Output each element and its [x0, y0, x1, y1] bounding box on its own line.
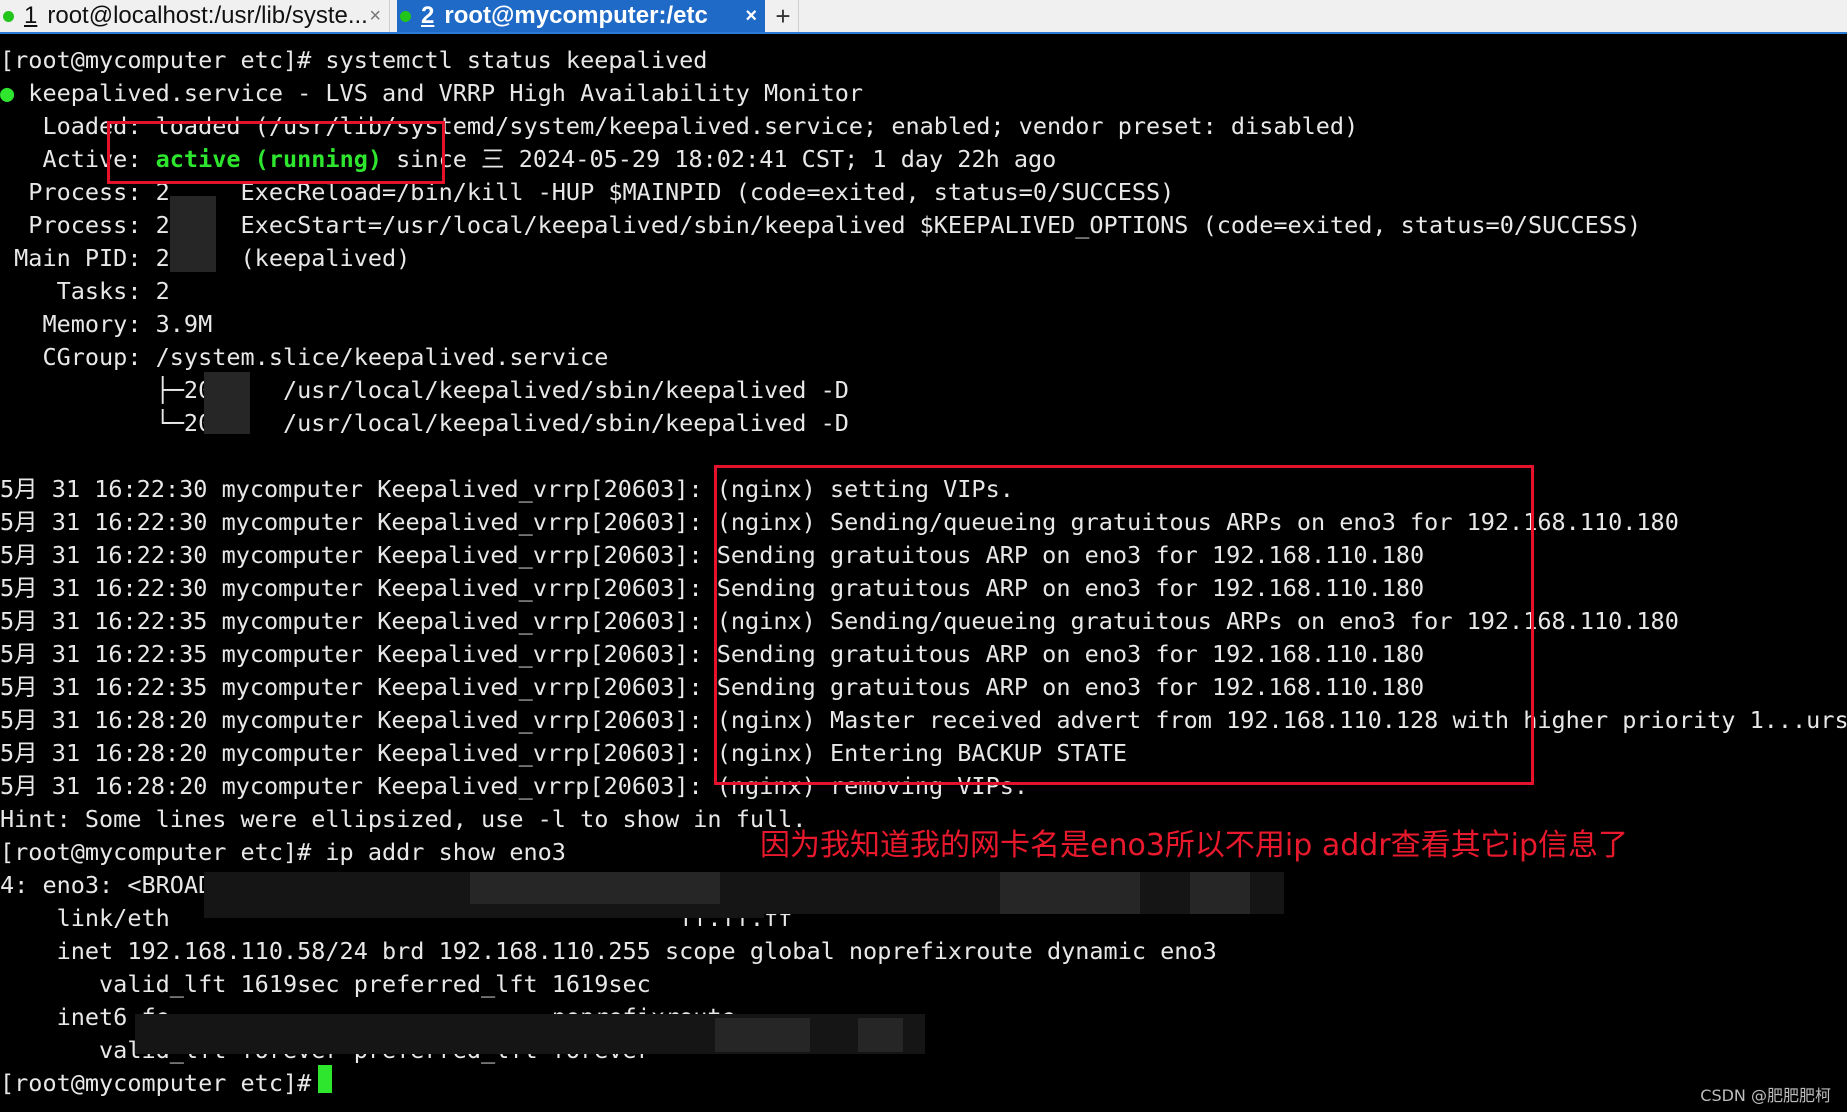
close-tab-icon[interactable]: ×: [745, 5, 757, 28]
tab-number: 2: [421, 2, 435, 29]
redaction-mask: [1190, 872, 1250, 914]
service-status-dot: ●: [0, 79, 29, 107]
redaction-mask: [1000, 872, 1140, 914]
line-text: └─20 /usr/local/keepalived/sbin/keepaliv…: [0, 409, 849, 437]
line-text: valid_lft 1619sec preferred_lft 1619sec: [0, 970, 651, 998]
tab-title: root@mycomputer:/etc: [444, 2, 708, 29]
tab-session-2[interactable]: 2 root@mycomputer:/etc ×: [397, 0, 765, 32]
line-text: keepalived.service - LVS and VRRP High A…: [28, 79, 864, 107]
terminal-line: Tasks: 2: [0, 275, 170, 308]
terminal-line: [root@mycomputer etc]# ip addr show eno3: [0, 836, 566, 869]
tab-bar: 1 root@localhost:/usr/lib/syste... × 2 r…: [0, 0, 1847, 34]
line-text: Tasks: 2: [0, 277, 170, 305]
terminal-line: valid_lft 1619sec preferred_lft 1619sec: [0, 968, 651, 1001]
line-text: [root@mycomputer etc]#: [0, 1069, 326, 1097]
terminal-cursor: [318, 1065, 332, 1093]
redaction-mask: [204, 372, 250, 434]
tab-title: root@localhost:/usr/lib/syste...: [47, 2, 368, 29]
line-text: ├─20 /usr/local/keepalived/sbin/keepaliv…: [0, 376, 849, 404]
line-text: inet 192.168.110.58/24 brd 192.168.110.2…: [0, 937, 1217, 965]
terminal-line: [root@mycomputer etc]# systemctl status …: [0, 44, 707, 77]
terminal-line: CGroup: /system.slice/keepalived.service: [0, 341, 608, 374]
close-tab-icon[interactable]: ×: [369, 5, 381, 28]
annotation-note: 因为我知道我的网卡名是eno3所以不用ip addr查看其它ip信息了: [760, 828, 1629, 863]
line-text: Process: 20 ExecStart=/usr/local/keepali…: [0, 211, 1642, 239]
line-text: [root@mycomputer etc]# systemctl status …: [0, 46, 708, 74]
redaction-mask: [715, 1018, 810, 1052]
active-status-highlight-box: [107, 121, 445, 184]
line-text: Hint: Some lines were ellipsized, use -l…: [0, 805, 807, 833]
watermark: CSDN @肥肥肥柯: [1700, 1086, 1831, 1105]
redaction-mask: [858, 1018, 903, 1052]
line-text: CGroup: /system.slice/keepalived.service: [0, 343, 609, 371]
tab-session-1[interactable]: 1 root@localhost:/usr/lib/syste... ×: [0, 0, 390, 32]
terminal-line: └─20 /usr/local/keepalived/sbin/keepaliv…: [0, 407, 849, 440]
terminal-line: Memory: 3.9M: [0, 308, 212, 341]
connected-status-icon: [400, 10, 411, 22]
terminal-line: inet 192.168.110.58/24 brd 192.168.110.2…: [0, 935, 1217, 968]
connected-status-icon: [3, 10, 14, 22]
terminal-line: ├─20 /usr/local/keepalived/sbin/keepaliv…: [0, 374, 849, 407]
terminal-line: Process: 20 ExecStart=/usr/local/keepali…: [0, 209, 1641, 242]
line-text-suffix: since 三 2024-05-29 18:02:41 CST; 1 day 2…: [382, 145, 1057, 173]
terminal-line: Hint: Some lines were ellipsized, use -l…: [0, 803, 806, 836]
log-highlight-box: [714, 465, 1534, 785]
tab-number: 1: [24, 2, 38, 29]
line-text: [root@mycomputer etc]# ip addr show eno3: [0, 838, 566, 866]
terminal-line: ● keepalived.service - LVS and VRRP High…: [0, 77, 863, 110]
redaction-mask: [170, 196, 216, 272]
redaction-mask: [204, 904, 764, 918]
line-text: Memory: 3.9M: [0, 310, 213, 338]
terminal-line: [root@mycomputer etc]#: [0, 1067, 325, 1100]
new-tab-button[interactable]: +: [768, 0, 799, 32]
